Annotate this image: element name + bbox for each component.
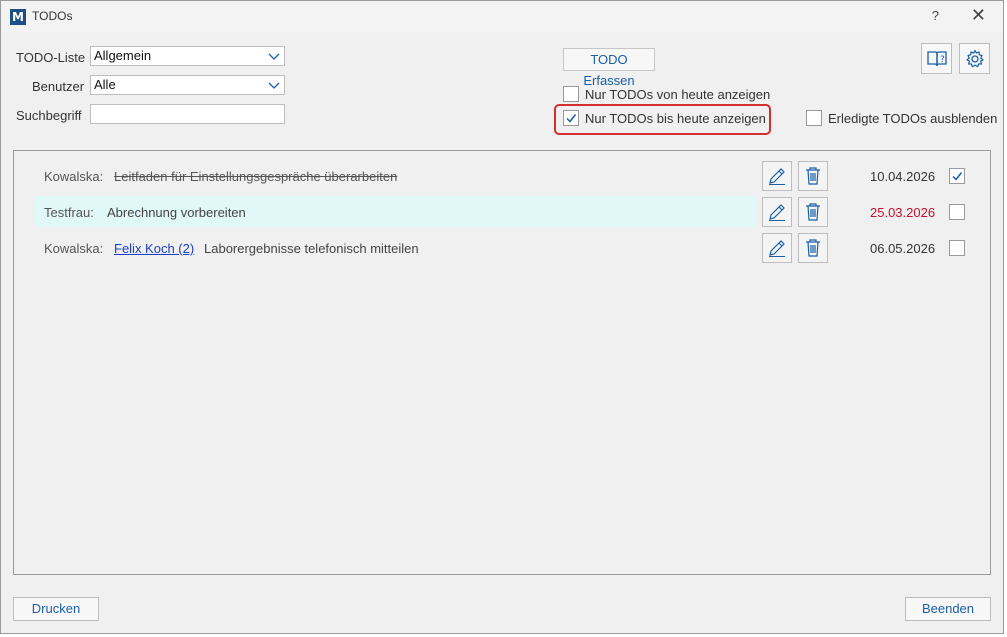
todo-erfassen-button[interactable]: TODO Erfassen bbox=[563, 48, 655, 88]
todo-list-select[interactable]: Allgemein bbox=[90, 46, 285, 66]
search-label: Suchbegriff bbox=[16, 108, 82, 123]
pencil-icon bbox=[769, 240, 785, 257]
delete-button[interactable] bbox=[798, 233, 828, 263]
chevron-down-icon bbox=[268, 53, 280, 60]
todo-list-value: Allgemein bbox=[94, 48, 152, 63]
todo-user: Testfrau: bbox=[44, 205, 94, 220]
book-help-icon: ? bbox=[926, 50, 947, 66]
print-button[interactable]: Drucken bbox=[13, 597, 99, 621]
close-button[interactable]: ✕ bbox=[971, 5, 986, 26]
patient-link[interactable]: Felix Koch (2) bbox=[114, 241, 194, 256]
title-bar: M TODOs ? ✕ bbox=[1, 1, 1003, 32]
todo-done-checkbox[interactable] bbox=[949, 240, 965, 256]
hide-done-label: Erledigte TODOs ausblenden bbox=[828, 111, 998, 126]
todo-date: 25.03.2026 bbox=[870, 205, 936, 220]
hide-done-checkbox[interactable] bbox=[806, 110, 822, 126]
todo-user: Kowalska: bbox=[44, 169, 104, 184]
todo-list: Kowalska: Leitfaden für Einstellungsgesp… bbox=[13, 150, 991, 575]
chevron-down-icon bbox=[268, 82, 280, 89]
checkmark-icon bbox=[566, 114, 577, 123]
delete-button[interactable] bbox=[798, 197, 828, 227]
only-today-label: Nur TODOs von heute anzeigen bbox=[585, 87, 771, 102]
until-today-label: Nur TODOs bis heute anzeigen bbox=[585, 111, 766, 126]
window-title: TODOs bbox=[32, 9, 73, 23]
user-value: Alle bbox=[94, 77, 116, 92]
close-dialog-button[interactable]: Beenden bbox=[905, 597, 991, 621]
todo-window: M TODOs ? ✕ TODO-Liste Allgemein Benutze… bbox=[0, 0, 1004, 634]
todo-row: Kowalska: Felix Koch (2) Laborergebnisse… bbox=[34, 232, 974, 264]
todo-list-label: TODO-Liste bbox=[16, 50, 86, 65]
todo-row: Testfrau: Abrechnung vorbereiten 25.03.2… bbox=[34, 196, 974, 228]
todo-date: 06.05.2026 bbox=[870, 241, 936, 256]
help-button[interactable]: ? bbox=[932, 8, 939, 23]
pencil-icon bbox=[769, 204, 785, 221]
pencil-icon bbox=[769, 168, 785, 185]
settings-button[interactable] bbox=[959, 43, 990, 74]
todo-done-checkbox[interactable] bbox=[949, 204, 965, 220]
todo-text: Leitfaden für Einstellungsgespräche über… bbox=[114, 169, 398, 184]
delete-button[interactable] bbox=[798, 161, 828, 191]
todo-text: Abrechnung vorbereiten bbox=[107, 205, 246, 220]
gear-icon bbox=[965, 49, 984, 67]
todo-user: Kowalska: bbox=[44, 241, 104, 256]
edit-button[interactable] bbox=[762, 161, 792, 191]
todo-row: Kowalska: Leitfaden für Einstellungsgesp… bbox=[34, 160, 974, 192]
edit-button[interactable] bbox=[762, 233, 792, 263]
edit-button[interactable] bbox=[762, 197, 792, 227]
trash-icon bbox=[806, 239, 820, 257]
trash-icon bbox=[806, 203, 820, 221]
until-today-checkbox[interactable] bbox=[563, 110, 579, 126]
search-input[interactable] bbox=[90, 104, 285, 124]
checkmark-icon bbox=[952, 172, 963, 181]
todo-done-checkbox[interactable] bbox=[949, 168, 965, 184]
user-label: Benutzer bbox=[32, 79, 85, 94]
user-select[interactable]: Alle bbox=[90, 75, 285, 95]
svg-text:?: ? bbox=[940, 55, 945, 65]
only-today-checkbox[interactable] bbox=[563, 86, 579, 102]
todo-date: 10.04.2026 bbox=[870, 169, 936, 184]
trash-icon bbox=[806, 167, 820, 185]
todo-text: Laborergebnisse telefonisch mitteilen bbox=[204, 241, 419, 256]
app-logo: M bbox=[10, 9, 26, 25]
help-book-button[interactable]: ? bbox=[921, 43, 952, 74]
